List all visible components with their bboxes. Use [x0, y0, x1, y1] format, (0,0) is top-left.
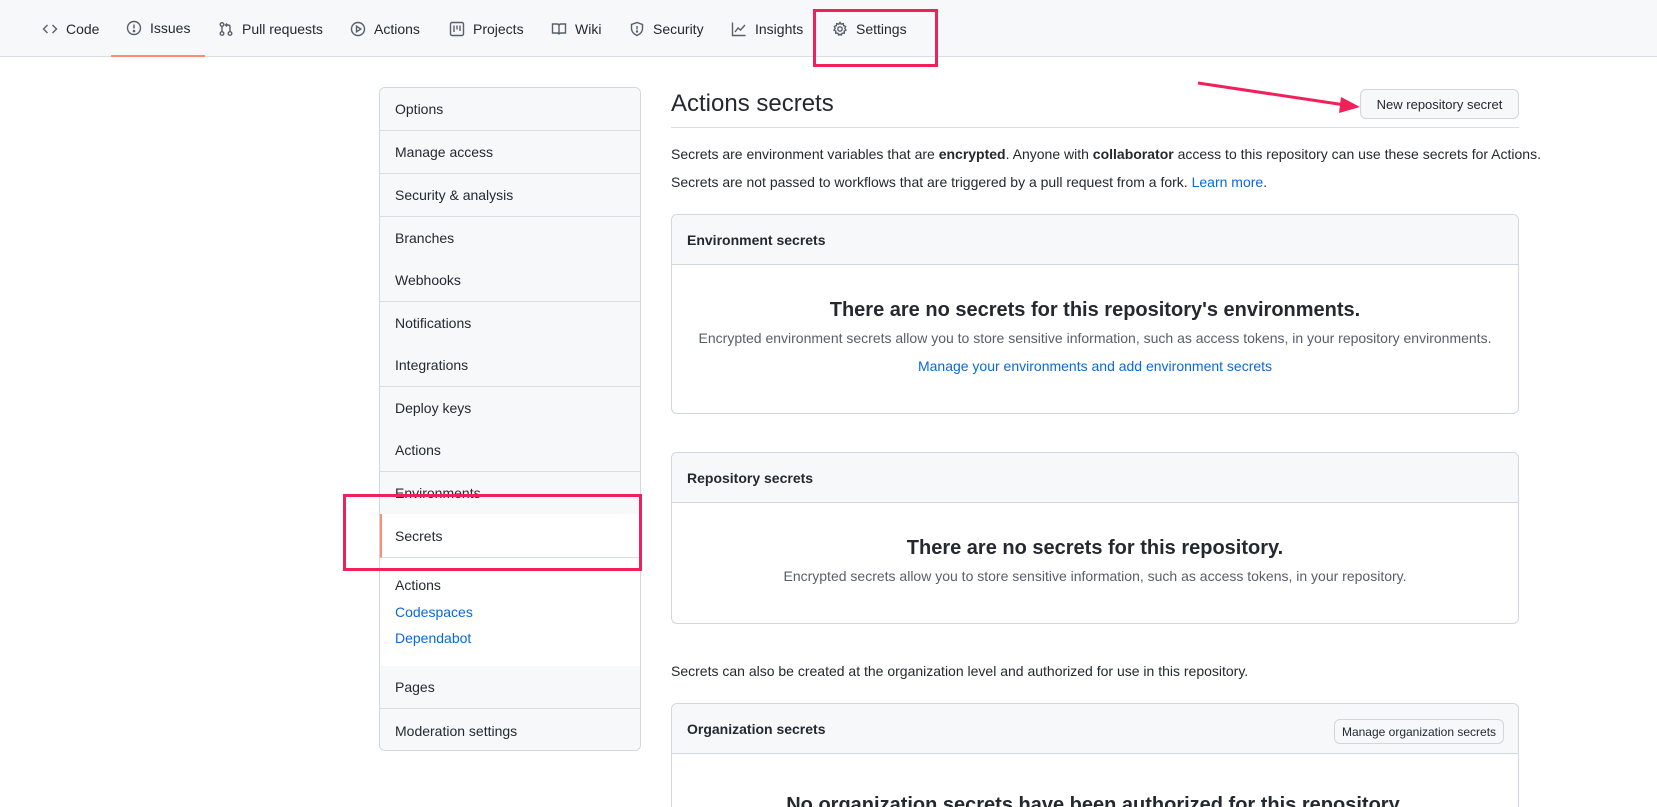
- sidebar-item-options[interactable]: Options: [380, 88, 640, 131]
- organization-blank-title: No organization secrets have been author…: [786, 794, 1404, 807]
- tab-label: Actions: [374, 20, 420, 37]
- sidebar-item-moderation-settings[interactable]: Moderation settings: [380, 709, 640, 750]
- project-icon: [449, 21, 465, 36]
- environment-blank-title: There are no secrets for this repository…: [829, 299, 1361, 321]
- issue-icon: [126, 20, 142, 35]
- secrets-sub-actions: Actions: [395, 577, 441, 593]
- tab-label: Security: [653, 20, 704, 37]
- sidebar-item-manage-access[interactable]: Manage access: [380, 131, 640, 174]
- sidebar-item-environments[interactable]: Environments: [380, 472, 640, 515]
- environment-secrets-header: Environment secrets: [672, 215, 1518, 265]
- manage-environments-link[interactable]: Manage your environments and add environ…: [672, 358, 1518, 374]
- sidebar-item-label: Pages: [395, 679, 435, 695]
- tab-projects[interactable]: Projects: [449, 0, 524, 57]
- org-note: Secrets can also be created at the organ…: [671, 663, 1249, 679]
- sidebar-item-secrets[interactable]: Secrets: [380, 514, 640, 558]
- tab-code[interactable]: Code: [42, 0, 99, 57]
- sidebar-item-label: Integrations: [395, 357, 469, 373]
- sidebar-item-pages[interactable]: Pages: [380, 666, 640, 709]
- learn-more-link[interactable]: Learn more: [1192, 174, 1264, 190]
- sidebar-item-label: Options: [395, 101, 444, 117]
- tab-label: Wiki: [575, 20, 602, 37]
- sidebar-item-label: Security & analysis: [395, 187, 514, 203]
- gear-icon: [832, 20, 848, 36]
- sidebar-item-integrations[interactable]: Integrations: [380, 344, 640, 387]
- secrets-sub-dependabot[interactable]: Dependabot: [395, 630, 471, 646]
- environment-blank-description: Encrypted environment secrets allow you …: [698, 330, 1492, 346]
- sidebar-item-label: Secrets: [395, 527, 443, 544]
- tab-label: Pull requests: [242, 20, 323, 37]
- repository-secrets-box: Repository secrets There are no secrets …: [671, 452, 1519, 624]
- sidebar-item-label: Environments: [395, 485, 481, 501]
- fork-note-period: .: [1263, 174, 1268, 190]
- tab-label: Projects: [473, 20, 524, 37]
- intro-text-part: Secrets are environment variables that a…: [671, 146, 939, 162]
- title-divider: [671, 127, 1519, 128]
- manage-organization-secrets-button[interactable]: Manage organization secrets: [1334, 719, 1504, 744]
- fork-note: Secrets are not passed to workflows that…: [671, 174, 1267, 190]
- code-icon: [42, 24, 58, 33]
- new-repository-secret-button[interactable]: New repository secret: [1360, 89, 1519, 119]
- settings-sidebar: Options Manage access Security & analysi…: [379, 87, 641, 751]
- tab-wiki[interactable]: Wiki: [551, 0, 601, 57]
- repository-blank-title: There are no secrets for this repository…: [906, 537, 1284, 559]
- sidebar-item-deploy-keys[interactable]: Deploy keys: [380, 387, 640, 430]
- pull-request-icon: [219, 21, 233, 36]
- intro-bold-encrypted: encrypted: [938, 146, 1006, 162]
- book-icon: [551, 22, 567, 35]
- sidebar-item-label: Notifications: [395, 315, 472, 331]
- repo-nav: Code Issues Pull requests Actions Projec…: [0, 0, 1657, 57]
- tab-security[interactable]: Security: [629, 0, 704, 57]
- tab-issues[interactable]: Issues: [111, 0, 206, 57]
- organization-secrets-box: Organization secrets Manage organization…: [671, 703, 1519, 807]
- sidebar-item-label: Manage access: [395, 144, 494, 160]
- secrets-sub-codespaces[interactable]: Codespaces: [395, 604, 473, 620]
- sidebar-item-security-analysis[interactable]: Security & analysis: [380, 174, 640, 217]
- sidebar-item-actions[interactable]: Actions: [380, 429, 640, 472]
- sidebar-item-label: Actions: [395, 442, 441, 458]
- fork-note-text: Secrets are not passed to workflows that…: [671, 174, 1192, 190]
- sidebar-item-label: Webhooks: [395, 272, 461, 288]
- intro-bold-collaborator: collaborator: [1092, 146, 1174, 162]
- intro-text-part: access to this repository can use these …: [1173, 146, 1541, 162]
- page-title: Actions secrets: [671, 90, 834, 117]
- environment-secrets-box: Environment secrets There are no secrets…: [671, 214, 1519, 414]
- sidebar-item-notifications[interactable]: Notifications: [380, 302, 640, 345]
- tab-label: Code: [66, 20, 100, 37]
- shield-icon: [630, 21, 644, 36]
- tab-label: Settings: [856, 20, 907, 37]
- play-icon: [350, 21, 366, 36]
- intro-text-part: . Anyone with: [1005, 146, 1093, 162]
- repository-blank-description: Encrypted secrets allow you to store sen…: [783, 568, 1407, 584]
- sidebar-item-label: Deploy keys: [395, 400, 472, 416]
- sidebar-item-branches[interactable]: Branches: [380, 217, 640, 260]
- tab-label: Insights: [755, 20, 804, 37]
- tab-pull-requests[interactable]: Pull requests: [218, 0, 323, 57]
- graph-icon: [731, 22, 746, 36]
- tab-settings[interactable]: Settings: [832, 0, 907, 57]
- repository-secrets-header: Repository secrets: [672, 453, 1518, 503]
- tab-label: Issues: [150, 19, 191, 36]
- annotation-arrow-icon: [1197, 81, 1360, 113]
- sidebar-item-webhooks[interactable]: Webhooks: [380, 259, 640, 302]
- sidebar-item-label: Moderation settings: [395, 722, 518, 739]
- sidebar-item-label: Branches: [395, 230, 455, 246]
- tab-actions[interactable]: Actions: [350, 0, 420, 57]
- intro-text: Secrets are environment variables that a…: [671, 146, 1541, 162]
- tab-insights[interactable]: Insights: [731, 0, 803, 57]
